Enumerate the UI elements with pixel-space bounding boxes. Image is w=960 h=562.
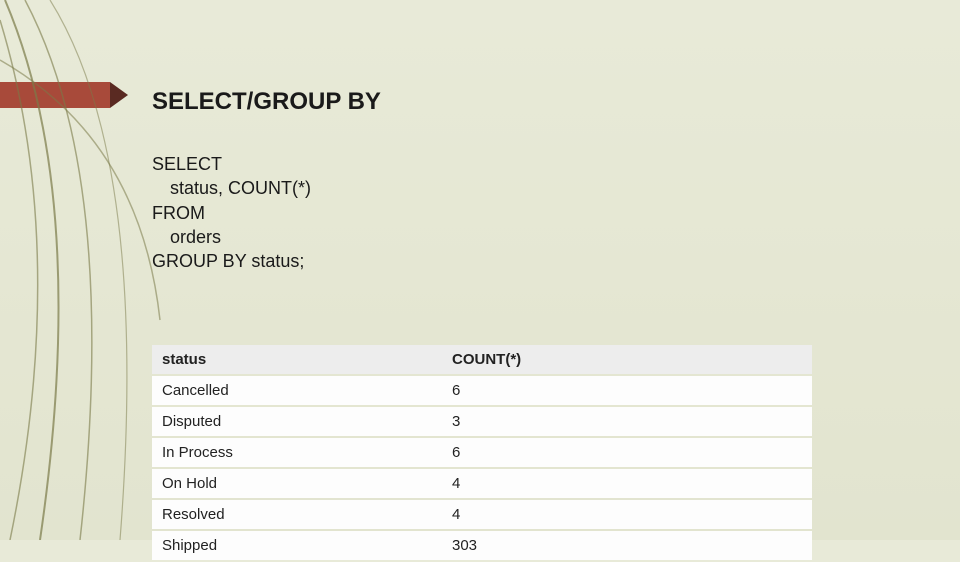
cell-status: In Process bbox=[152, 438, 442, 467]
cell-count: 6 bbox=[442, 376, 812, 405]
table-row: On Hold 4 bbox=[152, 469, 812, 498]
result-table: status COUNT(*) Cancelled 6 Disputed 3 I… bbox=[152, 343, 812, 562]
cell-count: 3 bbox=[442, 407, 812, 436]
table-row: Disputed 3 bbox=[152, 407, 812, 436]
column-header-status: status bbox=[152, 345, 442, 374]
slide-title: SELECT/GROUP BY bbox=[152, 88, 960, 116]
table-row: Resolved 4 bbox=[152, 500, 812, 529]
cell-status: Resolved bbox=[152, 500, 442, 529]
table-row: Shipped 303 bbox=[152, 531, 812, 560]
cell-status: Shipped bbox=[152, 531, 442, 560]
sql-line-3: FROM bbox=[152, 201, 960, 225]
cell-count: 4 bbox=[442, 469, 812, 498]
cell-count: 4 bbox=[442, 500, 812, 529]
sql-line-2: status, COUNT(*) bbox=[152, 176, 311, 200]
table-row: In Process 6 bbox=[152, 438, 812, 467]
sql-line-4: orders bbox=[152, 225, 221, 249]
column-header-count: COUNT(*) bbox=[442, 345, 812, 374]
sql-code-block: SELECT status, COUNT(*) FROM orders GROU… bbox=[152, 152, 960, 273]
cell-status: On Hold bbox=[152, 469, 442, 498]
cell-count: 303 bbox=[442, 531, 812, 560]
cell-status: Disputed bbox=[152, 407, 442, 436]
cell-status: Cancelled bbox=[152, 376, 442, 405]
sql-line-1: SELECT bbox=[152, 152, 960, 176]
table-header-row: status COUNT(*) bbox=[152, 345, 812, 374]
cell-count: 6 bbox=[442, 438, 812, 467]
sql-line-5: GROUP BY status; bbox=[152, 249, 960, 273]
table-row: Cancelled 6 bbox=[152, 376, 812, 405]
